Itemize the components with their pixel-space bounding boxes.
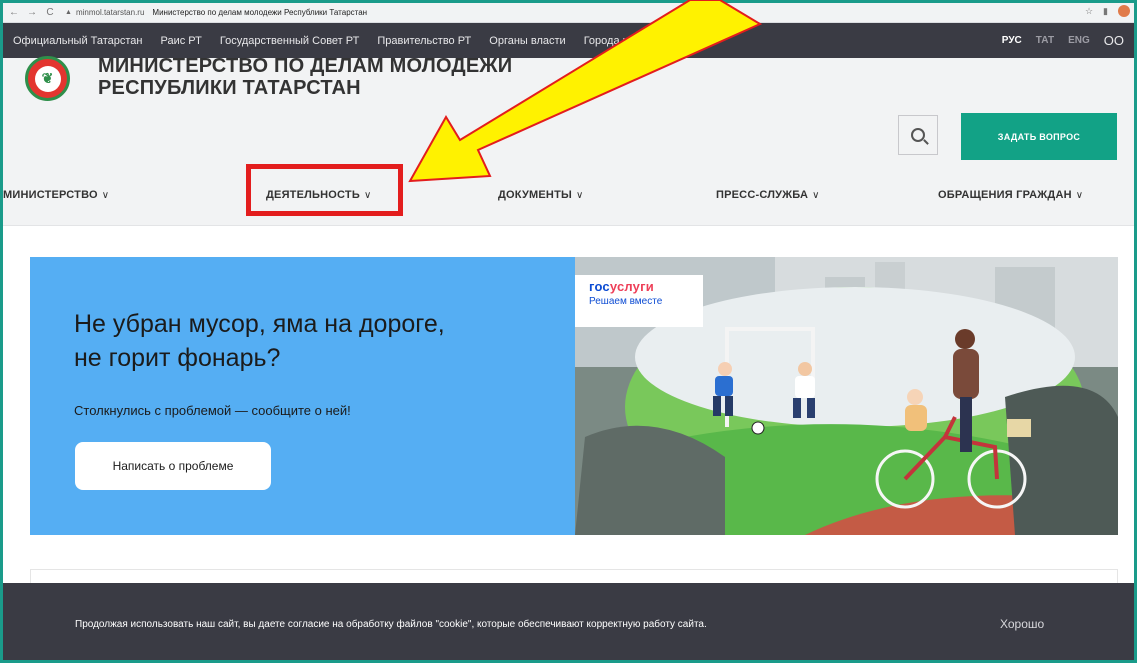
back-icon[interactable]: ←	[7, 7, 21, 18]
gosuslugi-logo: госуслуги	[589, 279, 703, 294]
lock-icon: ▲	[65, 9, 72, 16]
nav-item-label: ПРЕСС-СЛУЖБА	[716, 189, 809, 201]
browser-extensions: ☆ ▮	[1085, 5, 1130, 17]
gosuslugi-badge: госуслуги Решаем вместе	[575, 275, 703, 327]
nav-item-appeals[interactable]: ОБРАЩЕНИЯ ГРАЖДАН ∨	[938, 189, 1083, 201]
url-text: minmol.tatarstan.ru	[75, 8, 145, 17]
banner-title: Не убран мусор, яма на дороге, не горит …	[74, 310, 445, 372]
reload-icon[interactable]: C	[43, 7, 57, 18]
cookie-banner: Продолжая использовать наш сайт, вы дает…	[3, 583, 1134, 660]
lang-eng[interactable]: ENG	[1068, 35, 1090, 46]
screenshot-frame: ← → C ▲ minmol.tatarstan.ru Министерство…	[0, 0, 1137, 663]
gos-logo-part1: гос	[589, 279, 610, 294]
forward-icon[interactable]: →	[25, 7, 39, 18]
chevron-down-icon: ∨	[575, 190, 584, 201]
search-button[interactable]	[898, 115, 938, 155]
bookmark-icon[interactable]: ☆	[1085, 6, 1093, 17]
topnav-link-gossovet[interactable]: Государственный Совет РТ	[220, 35, 359, 47]
banner-text-panel: Не убран мусор, яма на дороге, не горит …	[30, 257, 575, 535]
extension-icon[interactable]: ▮	[1103, 6, 1108, 17]
emblem-snow-leopard-icon: ❦	[34, 65, 61, 92]
address-bar[interactable]: ▲ minmol.tatarstan.ru Министерство по де…	[65, 8, 367, 17]
promo-banner[interactable]: Не убран мусор, яма на дороге, не горит …	[30, 257, 1118, 535]
tatarstan-emblem-logo[interactable]: ❦	[25, 56, 70, 101]
chevron-down-icon: ∨	[812, 190, 820, 201]
nav-item-label: МИНИСТЕРСТВО	[3, 189, 98, 201]
topnav-link-official[interactable]: Официальный Татарстан	[13, 35, 143, 47]
site-title-line1: МИНИСТЕРСТВО ПО ДЕЛАМ МОЛОДЕЖИ	[98, 55, 513, 77]
red-highlight-box	[246, 164, 403, 216]
topnav-link-rais[interactable]: Раис РТ	[161, 35, 202, 47]
cookie-accept-button[interactable]: Хорошо	[1000, 617, 1044, 631]
nav-item-press[interactable]: ПРЕСС-СЛУЖБА ∨	[716, 189, 820, 201]
search-icon	[911, 128, 925, 142]
nav-item-label: ОБРАЩЕНИЯ ГРАЖДАН	[938, 189, 1072, 201]
gos-logo-part2: услуги	[609, 279, 654, 294]
gov-topnav: Официальный Татарстан Раис РТ Государств…	[3, 23, 1134, 58]
banner-subtitle: Столкнулись с проблемой — сообщите о ней…	[74, 403, 351, 418]
gosuslugi-tagline: Решаем вместе	[589, 296, 663, 307]
nav-item-label: ДОКУМЕНТЫ	[498, 189, 572, 201]
tab-title: Министерство по делам молодежи Республик…	[152, 8, 368, 17]
report-problem-button[interactable]: Написать о проблеме	[75, 442, 271, 490]
profile-avatar[interactable]	[1118, 5, 1130, 17]
topnav-link-cities[interactable]: Города и районы РТ	[584, 35, 687, 47]
chevron-down-icon: ∨	[101, 190, 110, 201]
chevron-down-icon: ∨	[1075, 190, 1084, 201]
lang-rus[interactable]: РУС	[1002, 35, 1022, 46]
cookie-text: Продолжая использовать наш сайт, вы дает…	[75, 619, 707, 630]
topnav-link-authorities[interactable]: Органы власти	[489, 35, 565, 47]
lang-tat[interactable]: ТАТ	[1036, 35, 1054, 46]
site-title-line2: РЕСПУБЛИКИ ТАТАРСТАН	[98, 77, 361, 99]
accessibility-glasses-icon[interactable]: OO	[1104, 33, 1124, 48]
nav-item-documents[interactable]: ДОКУМЕНТЫ ∨	[498, 189, 584, 201]
language-switcher: РУС ТАТ ENG OO	[1002, 23, 1124, 58]
ask-question-button[interactable]: ЗАДАТЬ ВОПРОС	[961, 113, 1117, 160]
site-title[interactable]: МИНИСТЕРСТВО ПО ДЕЛАМ МОЛОДЕЖИ РЕСПУБЛИК…	[98, 55, 512, 99]
nav-item-ministry[interactable]: МИНИСТЕРСТВО ∨	[3, 189, 109, 201]
banner-illustration: госуслуги Решаем вместе	[575, 257, 1118, 535]
browser-toolbar: ← → C ▲ minmol.tatarstan.ru Министерство…	[3, 3, 1134, 23]
topnav-link-government[interactable]: Правительство РТ	[377, 35, 471, 47]
